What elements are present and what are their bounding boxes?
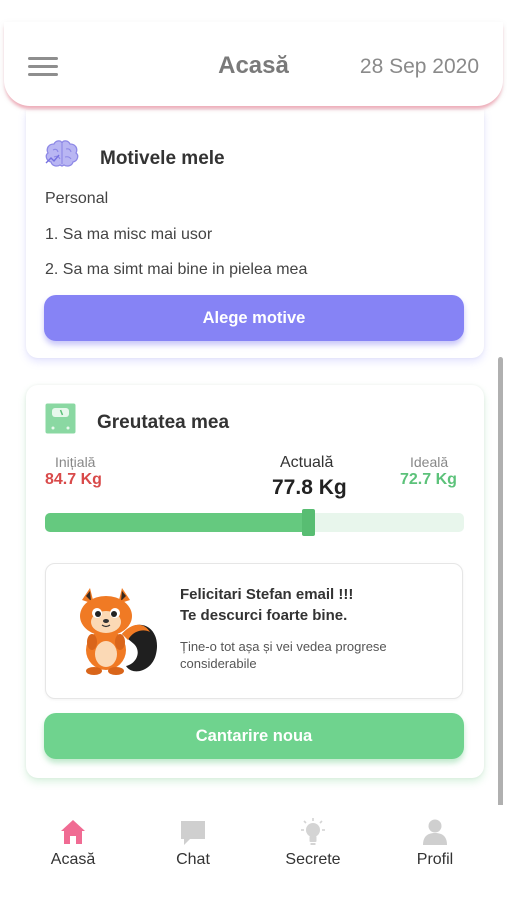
weight-progress-bar [45, 509, 464, 536]
nav-home[interactable]: Acasă [23, 817, 123, 877]
scale-icon [45, 403, 76, 434]
nav-label: Chat [176, 851, 210, 868]
new-weighing-button[interactable]: Cantarire noua [44, 713, 464, 759]
ideal-weight-value: 72.7 Kg [400, 471, 457, 488]
congrats-title: Felicitari Stefan email !!! [180, 586, 354, 603]
reasons-card: Motivele mele Personal 1. Sa ma misc mai… [26, 110, 484, 358]
initial-weight-label: Inițială [55, 454, 96, 470]
chat-icon [181, 821, 205, 845]
menu-icon[interactable] [28, 57, 58, 77]
nav-label: Secrete [285, 851, 341, 868]
home-icon [61, 820, 85, 844]
user-icon [423, 819, 447, 845]
nav-label: Profil [416, 851, 454, 868]
weight-title: Greutatea mea [97, 412, 230, 433]
congrats-box: Felicitari Stefan email !!! Te descurci … [45, 563, 463, 699]
reasons-title: Motivele mele [100, 148, 225, 169]
reasons-category: Personal [45, 190, 109, 207]
reason-item: 2. Sa ma simt mai bine in pielea mea [45, 261, 308, 278]
nav-label: Acasă [50, 851, 96, 868]
reason-item: 1. Sa ma misc mai usor [45, 226, 213, 243]
nav-profile[interactable]: Profil [385, 817, 485, 877]
header-date: 28 Sep 2020 [359, 55, 479, 78]
congrats-message: Ține-o tot așa și vei vedea progrese con… [180, 639, 387, 671]
squirrel-mascot [80, 588, 158, 675]
ideal-weight-label: Ideală [410, 454, 449, 470]
app-header: Acasă 28 Sep 2020 [4, 22, 503, 106]
choose-reasons-button[interactable]: Alege motive [44, 295, 464, 341]
scrollbar[interactable] [498, 357, 503, 810]
nav-secrets[interactable]: Secrete [263, 817, 363, 877]
current-weight-value: 77.8 Kg [272, 476, 347, 499]
bottom-nav: Acasă Chat Secrete Profil [0, 805, 507, 900]
lightbulb-icon [301, 818, 325, 845]
congrats-subtitle: Te descurci foarte bine. [180, 607, 348, 624]
weight-progress-marker [302, 509, 315, 536]
weight-card: Greutatea mea Inițială 84.7 Kg Actuală 7… [26, 385, 484, 778]
brain-icon [45, 140, 79, 167]
current-weight-label: Actuală [280, 454, 334, 471]
initial-weight-value: 84.7 Kg [45, 471, 102, 488]
weight-progress-fill [45, 513, 309, 532]
nav-chat[interactable]: Chat [143, 817, 243, 877]
